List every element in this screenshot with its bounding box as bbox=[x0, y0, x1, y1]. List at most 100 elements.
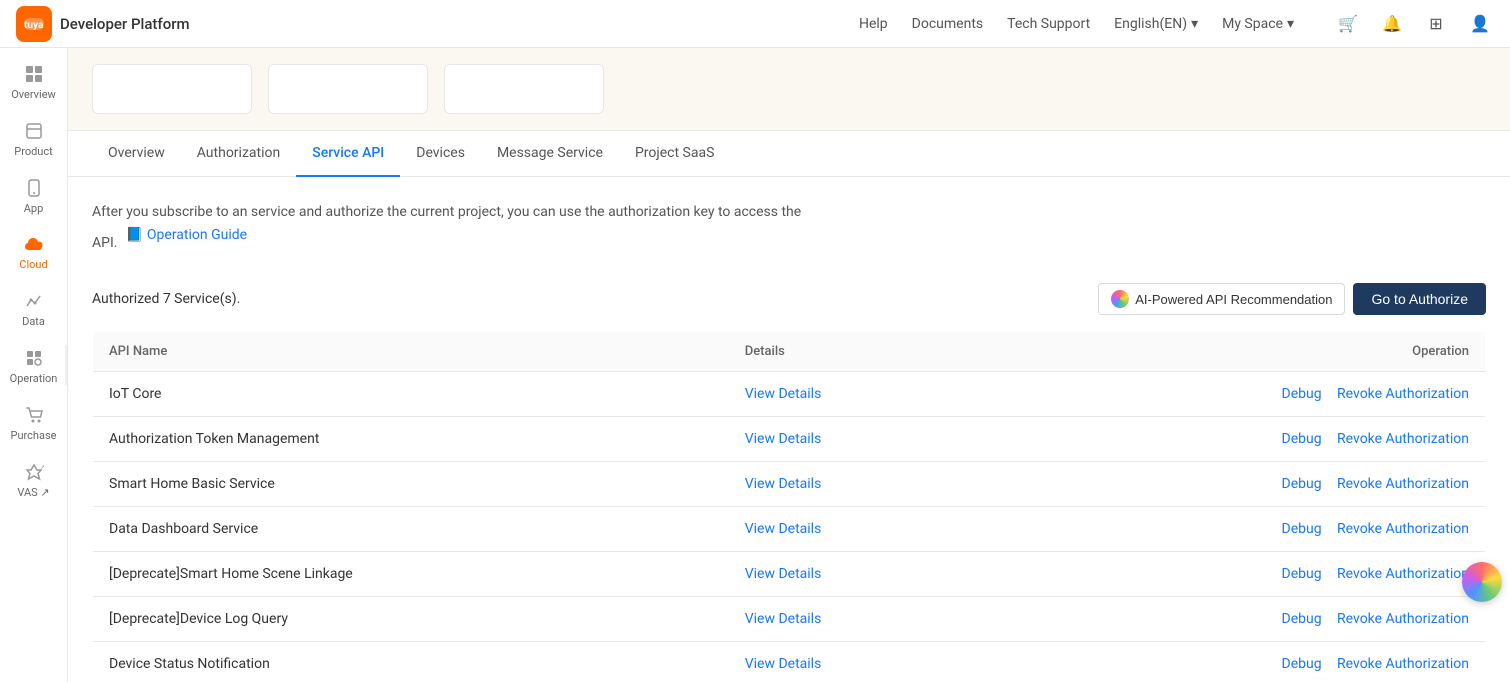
cell-details-4: View Details bbox=[729, 552, 979, 597]
view-details-link-3[interactable]: View Details bbox=[745, 521, 822, 537]
sidebar-label-operation: Operation bbox=[10, 372, 58, 385]
sidebar-item-product[interactable]: Product bbox=[4, 113, 64, 166]
sidebar-item-vas[interactable]: ↗ VAS ↗ bbox=[4, 454, 64, 507]
cell-details-5: View Details bbox=[729, 597, 979, 642]
tab-overview[interactable]: Overview bbox=[92, 131, 181, 177]
sidebar: Overview Product App bbox=[0, 48, 68, 682]
cell-api-name-3: Data Dashboard Service bbox=[93, 507, 729, 552]
grid-icon[interactable]: ⊞ bbox=[1422, 10, 1450, 38]
cell-operation-1: Debug Revoke Authorization bbox=[979, 417, 1486, 462]
sidebar-label-data: Data bbox=[22, 315, 45, 328]
nav-links: Help Documents Tech Support English(EN) … bbox=[859, 10, 1494, 38]
tab-devices[interactable]: Devices bbox=[400, 131, 481, 177]
cell-api-name-0: IoT Core bbox=[93, 372, 729, 417]
go-to-authorize-button[interactable]: Go to Authorize bbox=[1353, 283, 1486, 315]
nav-tech-support[interactable]: Tech Support bbox=[1007, 16, 1090, 32]
cell-details-3: View Details bbox=[729, 507, 979, 552]
guide-icon: 📘 bbox=[125, 227, 142, 243]
sidebar-item-operation[interactable]: Operation bbox=[4, 340, 64, 393]
cell-api-name-4: [Deprecate]Smart Home Scene Linkage bbox=[93, 552, 729, 597]
revoke-link-5[interactable]: Revoke Authorization bbox=[1337, 611, 1469, 627]
language-label: English(EN) bbox=[1114, 16, 1187, 32]
tab-message-service[interactable]: Message Service bbox=[481, 131, 619, 177]
tab-authorization[interactable]: Authorization bbox=[181, 131, 296, 177]
revoke-link-0[interactable]: Revoke Authorization bbox=[1337, 386, 1469, 402]
view-details-link-1[interactable]: View Details bbox=[745, 431, 822, 447]
view-details-link-4[interactable]: View Details bbox=[745, 566, 822, 582]
my-space-label: My Space bbox=[1222, 16, 1283, 32]
revoke-link-1[interactable]: Revoke Authorization bbox=[1337, 431, 1469, 447]
sidebar-label-purchase: Purchase bbox=[11, 429, 57, 442]
nav-documents[interactable]: Documents bbox=[912, 16, 983, 32]
col-operation: Operation bbox=[979, 332, 1486, 372]
ai-recommendation-button[interactable]: AI-Powered API Recommendation bbox=[1098, 283, 1345, 315]
top-navigation: tuya Developer Platform Help Documents T… bbox=[0, 0, 1510, 48]
sidebar-label-app: App bbox=[24, 202, 44, 215]
main-layout: Overview Product App bbox=[0, 48, 1510, 682]
debug-link-6[interactable]: Debug bbox=[1282, 656, 1322, 672]
description-line2: API. bbox=[92, 232, 117, 254]
service-api-content: After you subscribe to an service and au… bbox=[68, 177, 1510, 682]
floating-ai-badge[interactable] bbox=[1462, 562, 1502, 602]
table-row: Device Status Notification View Details … bbox=[93, 642, 1486, 682]
cell-details-1: View Details bbox=[729, 417, 979, 462]
sidebar-item-purchase[interactable]: Purchase bbox=[4, 397, 64, 450]
cell-operation-4: Debug Revoke Authorization bbox=[979, 552, 1486, 597]
debug-link-3[interactable]: Debug bbox=[1282, 521, 1322, 537]
user-icon[interactable]: 👤 bbox=[1466, 10, 1494, 38]
sidebar-item-cloud[interactable]: Cloud bbox=[4, 228, 64, 279]
operation-guide-link[interactable]: 📘 Operation Guide bbox=[125, 227, 247, 243]
cell-operation-6: Debug Revoke Authorization bbox=[979, 642, 1486, 682]
revoke-link-3[interactable]: Revoke Authorization bbox=[1337, 521, 1469, 537]
revoke-link-2[interactable]: Revoke Authorization bbox=[1337, 476, 1469, 492]
debug-link-5[interactable]: Debug bbox=[1282, 611, 1322, 627]
view-details-link-0[interactable]: View Details bbox=[745, 386, 822, 402]
table-header: API Name Details Operation bbox=[93, 332, 1486, 372]
language-dropdown[interactable]: English(EN) ▾ bbox=[1114, 16, 1198, 32]
authorized-count: Authorized 7 Service(s). bbox=[92, 291, 240, 307]
ai-button-label: AI-Powered API Recommendation bbox=[1135, 292, 1332, 307]
bell-icon[interactable]: 🔔 bbox=[1378, 10, 1406, 38]
logo-area: tuya Developer Platform bbox=[16, 6, 216, 42]
main-content: Overview Authorization Service API Devic… bbox=[68, 48, 1510, 682]
cell-details-2: View Details bbox=[729, 462, 979, 507]
cart-icon[interactable]: 🛒 bbox=[1334, 10, 1362, 38]
debug-link-1[interactable]: Debug bbox=[1282, 431, 1322, 447]
table-body: IoT Core View Details Debug Revoke Autho… bbox=[93, 372, 1486, 682]
view-details-link-5[interactable]: View Details bbox=[745, 611, 822, 627]
tab-service-api[interactable]: Service API bbox=[296, 131, 400, 177]
sidebar-label-overview: Overview bbox=[11, 88, 56, 101]
view-details-link-6[interactable]: View Details bbox=[745, 656, 822, 672]
sidebar-item-data[interactable]: Data bbox=[4, 283, 64, 336]
banner-card-1 bbox=[92, 64, 252, 114]
debug-link-4[interactable]: Debug bbox=[1282, 566, 1322, 582]
sidebar-item-overview[interactable]: Overview bbox=[4, 56, 64, 109]
my-space-dropdown[interactable]: My Space ▾ bbox=[1222, 16, 1294, 32]
table-row: [Deprecate]Device Log Query View Details… bbox=[93, 597, 1486, 642]
revoke-link-6[interactable]: Revoke Authorization bbox=[1337, 656, 1469, 672]
sidebar-collapse-toggle[interactable]: › bbox=[65, 345, 68, 385]
guide-text: Operation Guide bbox=[147, 227, 247, 243]
table-row: Data Dashboard Service View Details Debu… bbox=[93, 507, 1486, 552]
table-row: Smart Home Basic Service View Details De… bbox=[93, 462, 1486, 507]
debug-link-0[interactable]: Debug bbox=[1282, 386, 1322, 402]
tuya-logo[interactable]: tuya bbox=[16, 6, 52, 42]
cell-operation-0: Debug Revoke Authorization bbox=[979, 372, 1486, 417]
banner-area bbox=[68, 48, 1510, 131]
sidebar-item-app[interactable]: App bbox=[4, 170, 64, 223]
cell-operation-3: Debug Revoke Authorization bbox=[979, 507, 1486, 552]
cell-api-name-1: Authorization Token Management bbox=[93, 417, 729, 462]
revoke-link-4[interactable]: Revoke Authorization bbox=[1337, 566, 1469, 582]
debug-link-2[interactable]: Debug bbox=[1282, 476, 1322, 492]
tab-project-saas[interactable]: Project SaaS bbox=[619, 131, 730, 177]
product-icon bbox=[24, 121, 44, 141]
ai-icon bbox=[1111, 290, 1129, 308]
nav-help[interactable]: Help bbox=[859, 16, 888, 32]
view-details-link-2[interactable]: View Details bbox=[745, 476, 822, 492]
api-table: API Name Details Operation IoT Core View… bbox=[92, 331, 1486, 682]
cell-api-name-6: Device Status Notification bbox=[93, 642, 729, 682]
app-icon bbox=[24, 178, 44, 198]
action-buttons: AI-Powered API Recommendation Go to Auth… bbox=[1098, 283, 1486, 315]
tab-navigation: Overview Authorization Service API Devic… bbox=[68, 131, 1510, 177]
cloud-icon bbox=[23, 236, 45, 254]
